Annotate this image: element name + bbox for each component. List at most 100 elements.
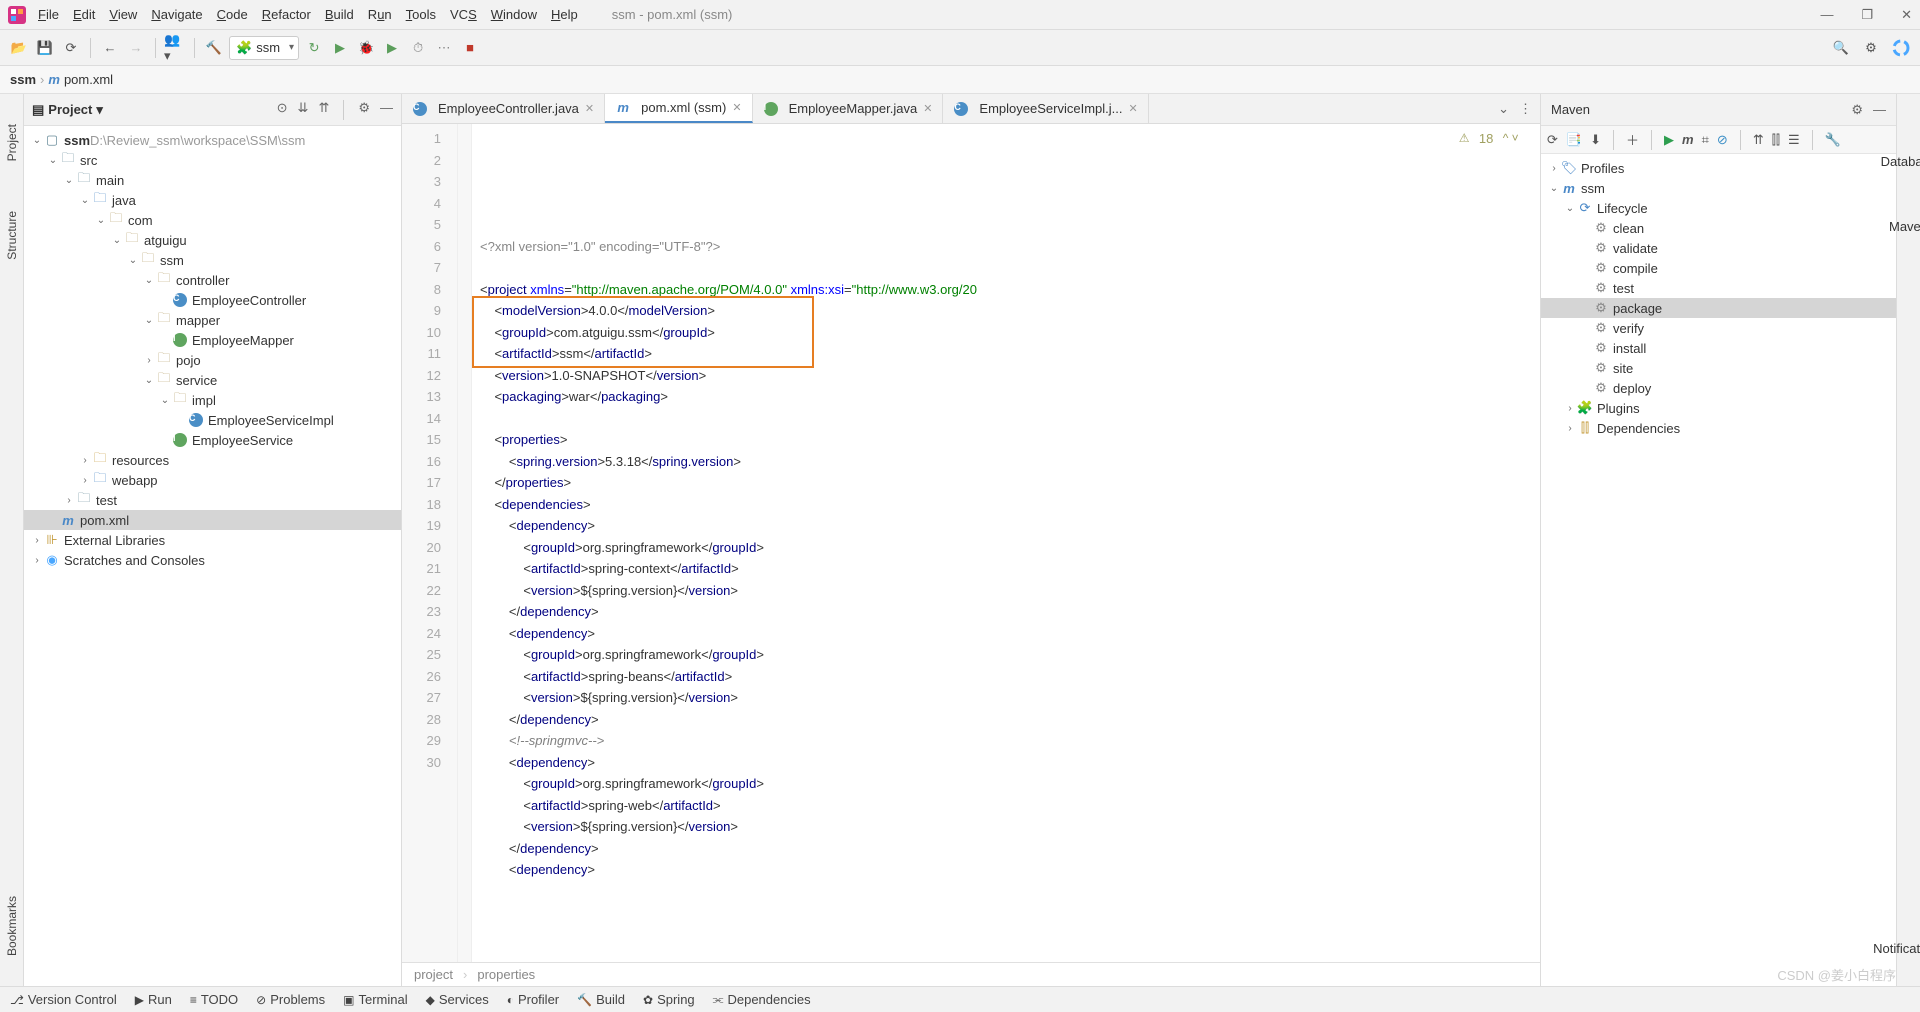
project-view-dropdown[interactable]: ▤ Project ▾ (32, 102, 103, 118)
menu-tools[interactable]: Tools (406, 7, 436, 22)
debug-icon[interactable]: 🐞 (355, 37, 377, 59)
tree-item[interactable]: ⌄ 🗀 src (24, 150, 401, 170)
editor-tab[interactable]: I EmployeeMapper.java ✕ (753, 94, 944, 123)
tree-item[interactable]: C EmployeeController (24, 290, 401, 310)
bb-spring[interactable]: ✿ Spring (643, 992, 695, 1007)
chevron-icon[interactable]: ⌄ (30, 135, 44, 146)
offline-icon[interactable]: ⊘ (1717, 132, 1728, 148)
profile-icon[interactable]: ⏱ (407, 37, 429, 59)
tree-item[interactable]: C EmployeeServiceImpl (24, 410, 401, 430)
menu-build[interactable]: Build (325, 7, 354, 22)
panel-settings-icon[interactable]: ⚙ (358, 100, 370, 120)
open-icon[interactable]: 📂 (8, 37, 30, 59)
chevron-icon[interactable]: › (30, 535, 44, 546)
chevron-icon[interactable]: ⌄ (46, 155, 60, 166)
maven-hide-icon[interactable]: — (1873, 102, 1886, 118)
fold-ribbon[interactable] (458, 124, 472, 962)
chevron-icon[interactable]: ⌄ (142, 275, 156, 286)
chevron-icon[interactable]: › (1547, 163, 1561, 174)
generate-sources-icon[interactable]: 📑 (1566, 132, 1582, 148)
menu-help[interactable]: Help (551, 7, 578, 22)
search-icon[interactable]: 🔍 (1830, 37, 1852, 59)
sync-icon[interactable]: ⟳ (60, 37, 82, 59)
crumb-file[interactable]: mpom.xml (48, 72, 113, 87)
chevron-icon[interactable]: ⌄ (110, 235, 124, 246)
wrench-icon[interactable]: 🔧 (1825, 132, 1841, 148)
tree-item[interactable]: ⚙ validate (1541, 238, 1896, 258)
tree-item[interactable]: › ⫿⫿ Dependencies (1541, 418, 1896, 438)
tabs-dropdown-icon[interactable]: ⌄ (1498, 101, 1509, 117)
bb-dependencies[interactable]: ⫘ Dependencies (713, 992, 811, 1007)
panel-hide-icon[interactable]: — (380, 100, 393, 120)
run-icon[interactable]: ▶ (329, 37, 351, 59)
tree-item[interactable]: › ◉ Scratches and Consoles (24, 550, 401, 570)
tree-item[interactable]: › 🧩 Plugins (1541, 398, 1896, 418)
menu-edit[interactable]: Edit (73, 7, 95, 22)
maven-settings-icon[interactable]: ⚙ (1851, 102, 1863, 118)
chevron-icon[interactable]: ⌄ (1547, 183, 1561, 194)
bb-services[interactable]: ◆ Services (426, 992, 489, 1007)
download-icon[interactable]: ⬇ (1590, 132, 1601, 148)
chevron-icon[interactable]: › (1563, 423, 1577, 434)
crumb-properties[interactable]: properties (477, 967, 535, 982)
back-icon[interactable]: ← (99, 37, 121, 59)
tree-item[interactable]: m pom.xml (24, 510, 401, 530)
coverage-icon[interactable]: ▶ (381, 37, 403, 59)
toolbox-icon[interactable] (1890, 37, 1912, 59)
chevron-icon[interactable]: › (30, 555, 44, 566)
side-tab-maven[interactable]: Maven (1889, 219, 1920, 234)
code-editor[interactable]: ⚠ 18 ^ ˅ <?xml version="1.0" encoding="U… (472, 124, 1540, 962)
tree-item[interactable]: ⌄ 🗀 ssm (24, 250, 401, 270)
tree-item[interactable]: ⌄ 🗀 java (24, 190, 401, 210)
editor-tab[interactable]: C EmployeeServiceImpl.j... ✕ (943, 94, 1148, 123)
tree-item[interactable]: ⚙ site (1541, 358, 1896, 378)
minimize-button[interactable]: — (1820, 7, 1833, 23)
crumb-project[interactable]: project (414, 967, 453, 982)
add-config-icon[interactable]: 👥▾ (164, 37, 186, 59)
close-button[interactable]: ✕ (1901, 7, 1912, 23)
close-tab-icon[interactable]: ✕ (732, 101, 741, 114)
close-tab-icon[interactable]: ✕ (585, 102, 594, 115)
tree-item[interactable]: ⚙ test (1541, 278, 1896, 298)
bb-version-control[interactable]: ⎇ Version Control (10, 992, 117, 1007)
tree-item[interactable]: ⌄ 🗀 com (24, 210, 401, 230)
expand-all-icon[interactable]: ⇊ (298, 100, 309, 120)
side-tab-project[interactable]: Project (5, 124, 19, 161)
chevron-icon[interactable]: ⌄ (158, 395, 172, 406)
tree-item[interactable]: ⌄ ⟳ Lifecycle (1541, 198, 1896, 218)
inspection-indicator[interactable]: ⚠ 18 ^ ˅ (1459, 128, 1522, 150)
tree-item[interactable]: › 🗀 pojo (24, 350, 401, 370)
menu-run[interactable]: Run (368, 7, 392, 22)
close-tab-icon[interactable]: ✕ (1128, 102, 1137, 115)
tree-item[interactable]: ⌄ m ssm (1541, 178, 1896, 198)
menu-window[interactable]: Window (491, 7, 537, 22)
tree-item[interactable]: ⚙ deploy (1541, 378, 1896, 398)
chevron-icon[interactable]: › (62, 495, 76, 506)
side-tab-bookmarks[interactable]: Bookmarks (5, 896, 19, 956)
chevron-icon[interactable]: ⌄ (142, 375, 156, 386)
chevron-icon[interactable]: › (78, 455, 92, 466)
reload-icon[interactable]: ⟳ (1547, 132, 1558, 148)
collapse-all-icon[interactable]: ⇈ (318, 100, 329, 120)
attach-icon[interactable]: ⋯ (433, 37, 455, 59)
tree-item[interactable]: ⌄ 🗀 main (24, 170, 401, 190)
add-icon[interactable]: ＋ (1626, 130, 1639, 149)
bb-profiler[interactable]: ◐ Profiler (507, 992, 559, 1007)
run-goal-icon[interactable]: ▶ (1664, 132, 1674, 148)
chevron-icon[interactable]: ⌄ (126, 255, 140, 266)
tree-item[interactable]: ⌄ ▢ ssm D:\Review_ssm\workspace\SSM\ssm (24, 130, 401, 150)
menu-refactor[interactable]: Refactor (262, 7, 311, 22)
tree-item[interactable]: › 🗀 resources (24, 450, 401, 470)
bb-run[interactable]: ▶ Run (135, 992, 172, 1007)
tree-item[interactable]: › 🏷 Profiles (1541, 158, 1896, 178)
show-deps-icon[interactable]: ⫿⫿ (1772, 132, 1780, 148)
tree-item[interactable]: › ⊪ External Libraries (24, 530, 401, 550)
menu-code[interactable]: Code (217, 7, 248, 22)
execute-icon[interactable]: m (1682, 132, 1694, 147)
menu-view[interactable]: View (109, 7, 137, 22)
chevron-icon[interactable]: › (142, 355, 156, 366)
maximize-button[interactable]: ❐ (1861, 7, 1873, 23)
hammer-icon[interactable]: 🔨 (203, 37, 225, 59)
collapse-icon[interactable]: ⇈ (1753, 132, 1764, 148)
tree-item[interactable]: I EmployeeMapper (24, 330, 401, 350)
